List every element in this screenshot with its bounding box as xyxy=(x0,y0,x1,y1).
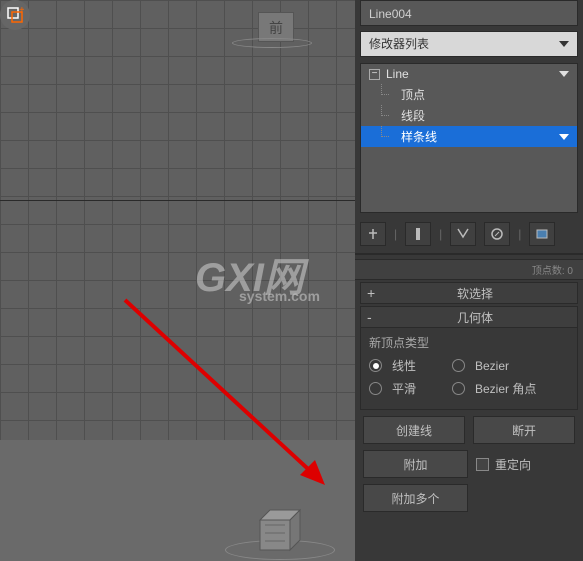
stack-root[interactable]: − Line xyxy=(361,64,577,84)
expand-icon: + xyxy=(367,285,379,301)
toolbar-divider: | xyxy=(394,227,397,241)
create-line-button[interactable]: 创建线 xyxy=(363,416,465,444)
watermark-sub: system.com xyxy=(239,288,320,304)
stack-item-label: 样条线 xyxy=(401,128,437,145)
rollout-geometry: - 几何体 新顶点类型 线性 Bezier 平滑 Bezier 角点 xyxy=(360,306,578,410)
viewport-grid xyxy=(0,0,355,440)
radio-bezier-corner[interactable] xyxy=(452,382,465,395)
radio-bezier-corner-label: Bezier 角点 xyxy=(475,380,536,397)
stack-item-label: 线段 xyxy=(401,109,425,123)
plane-indicator xyxy=(232,38,312,48)
button-row-1: 创建线 断开 xyxy=(363,416,575,444)
svg-text:+: + xyxy=(19,6,24,16)
button-row-2: 附加 重定向 xyxy=(363,450,575,478)
rollout-soft-selection: + 软选择 xyxy=(360,282,578,304)
configure-modifier-sets-button[interactable] xyxy=(529,222,555,246)
radio-bezier[interactable] xyxy=(452,359,465,372)
toolbar-divider: | xyxy=(518,227,521,241)
viewport-maximize-icon[interactable]: + xyxy=(0,0,30,30)
rollout-body-geometry: 新顶点类型 线性 Bezier 平滑 Bezier 角点 xyxy=(360,328,578,410)
chevron-down-icon xyxy=(559,41,569,47)
grid-axis-line xyxy=(0,200,355,201)
stack-toolbar: | | | xyxy=(360,221,578,247)
pin-stack-button[interactable] xyxy=(360,222,386,246)
stack-root-label: Line xyxy=(386,67,409,81)
chevron-down-icon xyxy=(559,134,569,140)
toolbar-divider: | xyxy=(439,227,442,241)
make-unique-button[interactable] xyxy=(450,222,476,246)
radio-linear[interactable] xyxy=(369,359,382,372)
modifier-stack[interactable]: − Line 顶点 线段 样条线 xyxy=(360,63,578,213)
collapse-icon: - xyxy=(367,309,379,325)
radio-smooth-label: 平滑 xyxy=(392,380,442,397)
break-button[interactable]: 断开 xyxy=(473,416,575,444)
rollout-title: 软选择 xyxy=(379,285,571,302)
show-end-result-button[interactable] xyxy=(405,222,431,246)
collapse-icon[interactable]: − xyxy=(369,69,380,80)
modifier-list-label: 修改器列表 xyxy=(369,34,429,54)
rollout-title: 几何体 xyxy=(379,309,571,326)
vertex-type-group-label: 新顶点类型 xyxy=(369,334,569,351)
object-name-input[interactable]: Line004 xyxy=(360,0,578,26)
modifier-list-dropdown[interactable]: 修改器列表 xyxy=(360,31,578,57)
stack-item-vertex[interactable]: 顶点 xyxy=(361,84,577,105)
attach-multiple-button[interactable]: 附加多个 xyxy=(363,484,468,512)
button-row-3: 附加多个 xyxy=(363,484,575,512)
cube-model[interactable] xyxy=(250,505,305,555)
reorient-checkbox[interactable] xyxy=(476,458,489,471)
stack-item-label: 顶点 xyxy=(401,88,425,102)
stack-item-spline[interactable]: 样条线 xyxy=(361,126,577,147)
stack-item-segment[interactable]: 线段 xyxy=(361,105,577,126)
panel-separator xyxy=(355,253,583,255)
viewport[interactable]: + 前 GXI网 system.com xyxy=(0,0,355,561)
remove-modifier-button[interactable] xyxy=(484,222,510,246)
reorient-label: 重定向 xyxy=(495,456,531,473)
reorient-check-row: 重定向 xyxy=(476,450,575,478)
chevron-down-icon xyxy=(559,71,569,77)
radio-smooth[interactable] xyxy=(369,382,382,395)
rollout-header-geometry[interactable]: - 几何体 xyxy=(360,306,578,328)
attach-button[interactable]: 附加 xyxy=(363,450,468,478)
rollout-header-soft-selection[interactable]: + 软选择 xyxy=(360,282,578,304)
radio-linear-label: 线性 xyxy=(392,357,442,374)
command-panel: Line004 修改器列表 − Line 顶点 线段 样条线 xyxy=(355,0,583,561)
vertex-count-status: 顶点数: 0 xyxy=(355,259,583,280)
radio-bezier-label: Bezier xyxy=(475,359,509,373)
